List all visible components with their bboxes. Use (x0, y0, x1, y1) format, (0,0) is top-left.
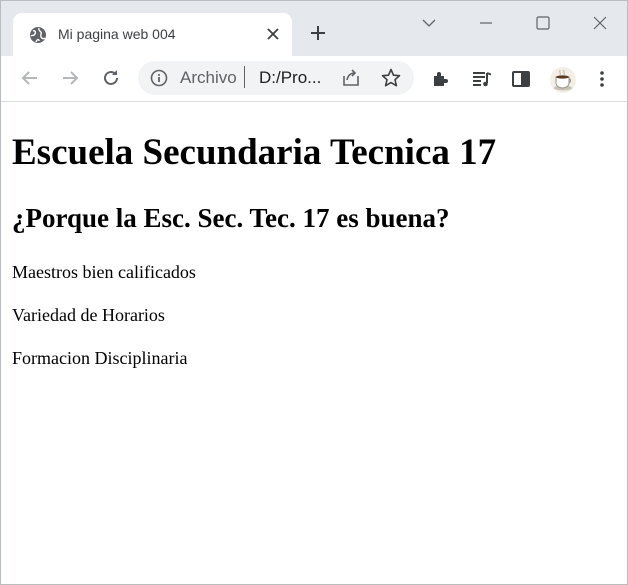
more-menu-icon[interactable] (590, 67, 614, 91)
forward-arrow-icon[interactable] (58, 66, 82, 90)
globe-icon (29, 26, 47, 44)
back-arrow-icon[interactable] (18, 66, 42, 90)
tab-title: Mi pagina web 004 (58, 26, 176, 42)
plus-icon[interactable] (307, 22, 329, 44)
browser-window: Mi pagina web 004 Archivo D:/Pro... Escu… (0, 0, 628, 585)
close-window-icon[interactable] (588, 11, 612, 35)
side-panel-icon[interactable] (509, 67, 533, 91)
paragraph-item: Variedad de Horarios (12, 305, 165, 325)
address-bar[interactable]: Archivo D:/Pro... (138, 61, 414, 95)
share-icon[interactable] (341, 68, 361, 88)
browser-tab[interactable]: Mi pagina web 004 (13, 13, 292, 56)
minimize-icon[interactable] (474, 11, 498, 35)
tab-strip: Mi pagina web 004 (1, 1, 627, 56)
maximize-icon[interactable] (531, 11, 555, 35)
page-content: Escuela Secundaria Tecnica 17 ¿Porque la… (1, 102, 627, 584)
reload-icon[interactable] (99, 66, 123, 90)
scheme-chip: Archivo (180, 68, 237, 87)
page-heading: Escuela Secundaria Tecnica 17 (12, 132, 497, 173)
divider (244, 66, 245, 88)
extensions-puzzle-icon[interactable] (429, 67, 453, 91)
url-text[interactable]: D:/Pro... (259, 68, 321, 88)
chevron-down-icon[interactable] (417, 11, 441, 35)
paragraph-item: Maestros bien calificados (12, 262, 196, 282)
toolbar: Archivo D:/Pro... (1, 56, 627, 102)
star-icon[interactable] (380, 67, 402, 89)
close-icon[interactable] (263, 24, 283, 44)
page-subheading: ¿Porque la Esc. Sec. Tec. 17 es buena? (12, 203, 450, 233)
paragraph-item: Formacion Disciplinaria (12, 348, 188, 368)
reading-list-icon[interactable] (470, 67, 494, 91)
info-icon[interactable] (150, 69, 168, 87)
profile-avatar[interactable] (549, 66, 577, 94)
